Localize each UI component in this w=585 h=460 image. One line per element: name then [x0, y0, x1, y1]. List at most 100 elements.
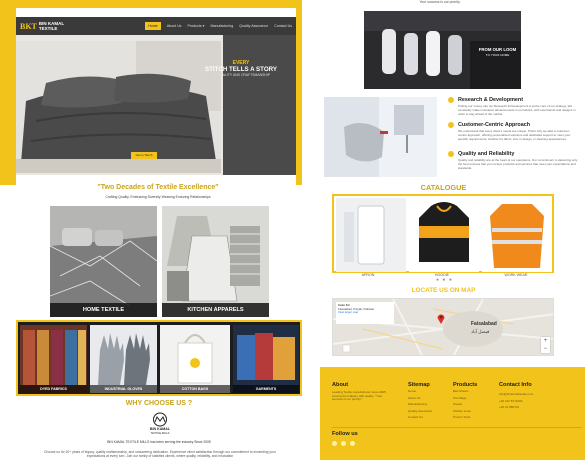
- locate-us-title: LOCATE US ON MAP: [411, 287, 476, 294]
- home-textile-tile[interactable]: HOME TEXTILE: [50, 206, 157, 317]
- workwear-image: [482, 198, 552, 272]
- page-collage: BKT BIN KAMAL TEXTILE Home About Us Prod…: [0, 0, 585, 460]
- hoodie-image: [409, 198, 479, 272]
- why-choose-us-title: WHY CHOOSE US ?: [125, 400, 193, 407]
- feature-title: Customer-Centric Approach: [458, 122, 530, 128]
- feature-bullet-icon: [448, 122, 454, 128]
- zoom-in-button[interactable]: +: [541, 337, 550, 345]
- left-side-accent: [0, 0, 16, 185]
- hero-dark-panel: [223, 35, 296, 175]
- catalogue-item-apron[interactable]: [336, 198, 406, 272]
- top-navbar: BKT BIN KAMAL TEXTILE Home About Us Prod…: [16, 17, 296, 35]
- products-carousel: DYED FABRICS INDUSTRIAL GLOVES COTTON BA…: [16, 320, 302, 396]
- industrial-gloves-label: INDUSTRIAL GLOVES: [90, 385, 157, 393]
- get-in-touch-button[interactable]: Get in Touch: [131, 152, 157, 159]
- kitchen-apparels-tile[interactable]: KITCHEN APPARELS: [162, 206, 269, 317]
- catalogue-label-apron: APRON: [361, 273, 375, 277]
- follow-us-title: Follow us: [332, 431, 358, 437]
- hero-text: EVERY STITCH TELLS A STORY OF QUALITY AN…: [196, 60, 286, 77]
- apron-image: [336, 198, 406, 272]
- twitter-icon[interactable]: [341, 441, 346, 446]
- catalogue-item-workwear[interactable]: [482, 198, 552, 272]
- hero-title: STITCH TELLS A STORY: [204, 66, 278, 73]
- map-pin-icon[interactable]: [437, 313, 445, 324]
- tagline: Your success is our priority.: [419, 0, 461, 4]
- dyed-fabrics-label: DYED FABRICS: [20, 385, 87, 393]
- zoom-out-button[interactable]: −: [541, 345, 550, 353]
- left-right-accent: [296, 0, 302, 185]
- feature-bullet-icon: [448, 97, 454, 103]
- left-top-accent: [0, 0, 302, 8]
- catalogue-carousel: [332, 194, 554, 273]
- google-map[interactable]: Cebu Kit Faisalabad, Punjab, Pakistan Vi…: [332, 298, 554, 356]
- footer-about: About Leading Textile manufacturer since…: [332, 382, 392, 402]
- logo-text: BIN KAMAL TEXTILE: [39, 21, 64, 31]
- about-paragraph: Choose us for 20+ years of legacy, quali…: [44, 450, 276, 459]
- logo-brand-sub: TEXTILE MILLS: [150, 432, 170, 435]
- hero-bed-image: [16, 41, 221, 173]
- map-info-card: Cebu Kit Faisalabad, Punjab, Pakistan Vi…: [336, 302, 394, 324]
- nav-products[interactable]: Products ▾: [187, 24, 204, 28]
- footer-email[interactable]: info@binkamaltextile.com: [499, 391, 533, 398]
- footer-divider: [332, 427, 582, 428]
- home-textile-label: HOME TEXTILE: [50, 303, 157, 317]
- cotton-bags-label: COTTON BAGS: [160, 385, 230, 393]
- site-footer: About Leading Textile manufacturer since…: [320, 367, 585, 460]
- loom-caption-1: FROM OUR LOOM: [478, 47, 517, 52]
- map-city-local-label: فیصل آباد: [471, 329, 490, 334]
- instagram-icon[interactable]: [350, 441, 355, 446]
- loom-caption-2: TO YOUR HOME: [485, 53, 510, 57]
- kitchen-apparels-label: KITCHEN APPARELS: [162, 303, 269, 317]
- industrial-gloves-image: [90, 325, 157, 393]
- bin-kamal-logo-text: BIN KAMAL TEXTILE MILLS: [120, 427, 200, 436]
- feature-title: Research & Development: [458, 97, 524, 103]
- footer-link[interactable]: Contact Us: [408, 414, 432, 421]
- feature-desc: Putting our money into our Research & De…: [458, 104, 576, 116]
- feature-title: Quality and Reliability: [458, 151, 515, 157]
- kitchen-apparels-image: [162, 206, 269, 317]
- product-card-garments[interactable]: GARMENTS: [233, 325, 299, 393]
- nav-links: Home About Us Products ▾ Manufacturing Q…: [145, 22, 292, 30]
- footer-products: Products Bed Sheets Tote Bags Towels Kit…: [453, 382, 477, 421]
- product-card-industrial-gloves[interactable]: INDUSTRIAL GLOVES: [90, 325, 157, 393]
- nav-manufacturing[interactable]: Manufacturing: [210, 24, 233, 28]
- footer-sitemap: Sitemap Home About Us Manufacturing Qual…: [408, 382, 432, 421]
- feature-desc: Quality and reliability are at the heart…: [458, 158, 578, 170]
- about-line: BIN KAMAL TEXTILE MILLS has been serving…: [107, 440, 211, 444]
- nav-contact[interactable]: Contact Us: [274, 24, 292, 28]
- garments-label: GARMENTS: [233, 385, 299, 393]
- feature-bullet-icon: [448, 151, 454, 157]
- nav-about[interactable]: About Us: [167, 24, 182, 28]
- section-subtitle-two-decades: Crafting Quality, Embracing Diversity We…: [105, 195, 211, 199]
- garments-image: [233, 325, 299, 393]
- logo-brand-name: BIN KAMAL: [149, 427, 171, 431]
- dyed-fabrics-image: [20, 325, 87, 393]
- sewing-image: [324, 97, 437, 177]
- footer-about-title: About: [332, 382, 349, 388]
- footer-about-text: Leading Textile manufacturer since 2005,…: [332, 390, 387, 402]
- footer-contact-title: Contact Info: [499, 382, 532, 388]
- facebook-icon[interactable]: [332, 441, 337, 446]
- footer-link[interactable]: Protect Tools: [453, 414, 477, 421]
- carousel-dots[interactable]: ● ● ●: [436, 277, 453, 283]
- feature-desc: We understand that every client's needs …: [458, 129, 571, 141]
- logo-mark: BKT: [20, 21, 37, 31]
- catalogue-label-workwear: WORK WEAR: [504, 273, 528, 277]
- section-title-two-decades: "Two Decades of Textile Excellence": [97, 184, 219, 191]
- bin-kamal-logo-icon: [153, 412, 167, 427]
- nav-quality[interactable]: Quality Assurance: [239, 24, 268, 28]
- hero-subtitle: OF QUALITY AND CRAFTSMANSHIP: [212, 73, 270, 77]
- footer-contact: Contact Info info@binkamaltextile.com +9…: [499, 382, 533, 411]
- product-card-dyed-fabrics[interactable]: DYED FABRICS: [20, 325, 87, 393]
- loom-caption: FROM OUR LOOM TO YOUR HOME: [475, 47, 520, 58]
- catalogue-title: CATALOGUE: [420, 183, 467, 192]
- site-logo[interactable]: BKT BIN KAMAL TEXTILE: [20, 21, 64, 31]
- product-card-cotton-bags[interactable]: COTTON BAGS: [160, 325, 230, 393]
- nav-home[interactable]: Home: [145, 22, 161, 30]
- social-icons: [332, 441, 355, 446]
- catalogue-item-hoodie[interactable]: [409, 198, 479, 272]
- map-city-label: Faisalabad: [471, 321, 497, 327]
- sewing-photo: [324, 97, 437, 177]
- view-larger-map-link[interactable]: View larger map: [338, 310, 358, 314]
- footer-phone[interactable]: +92 41 880701: [499, 404, 533, 411]
